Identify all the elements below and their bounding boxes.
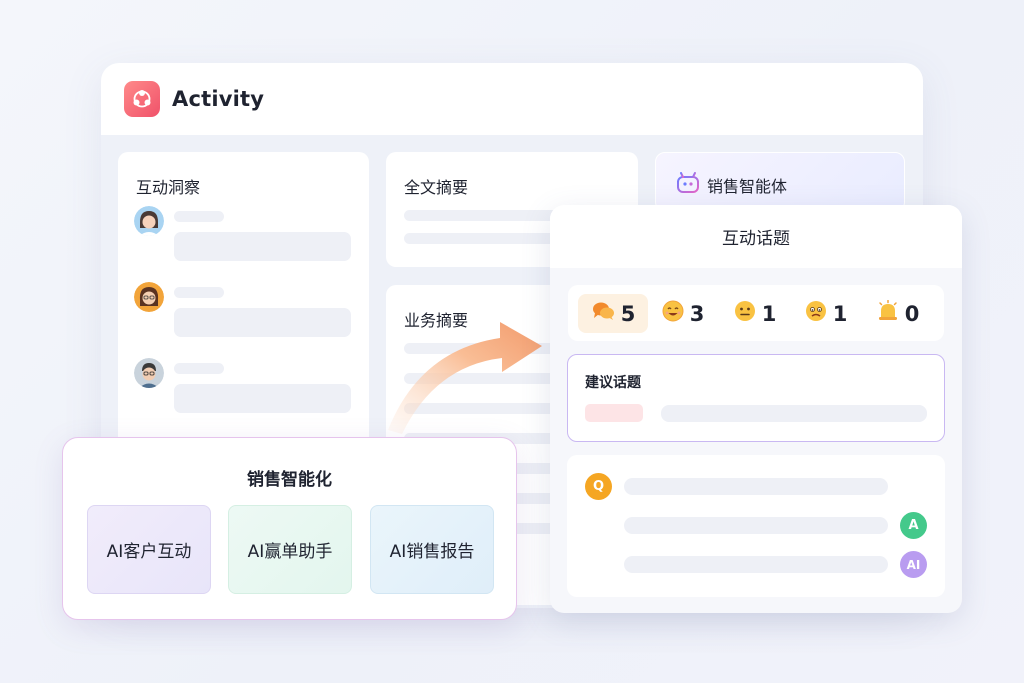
sales-intelligence-card: 销售智能化 AI客户互动 AI赢单助手 AI销售报告 (62, 437, 517, 620)
topic-panel-title: 互动话题 (722, 229, 790, 249)
full-summary-title: 全文摘要 (404, 178, 469, 197)
sales-intelligence-title: 销售智能化 (247, 470, 332, 490)
answer-badge: A (900, 512, 927, 539)
stat-worried-count: 1 (832, 301, 848, 326)
placeholder-line (624, 556, 888, 573)
placeholder-block (174, 308, 351, 337)
avatar-woman-1 (134, 206, 164, 236)
robot-icon (676, 172, 700, 198)
tile-ai-sales-report[interactable]: AI销售报告 (370, 505, 494, 594)
worried-face-icon (805, 300, 827, 327)
stat-worried[interactable]: 1 (791, 294, 861, 333)
sales-agent-card[interactable]: 销售智能体 (655, 152, 905, 212)
topic-tag (585, 404, 643, 422)
smile-face-icon (662, 300, 684, 327)
question-badge: Q (585, 473, 612, 500)
window-header: Activity (101, 63, 923, 135)
avatar-woman-2 (134, 282, 164, 312)
topic-panel: 互动话题 5 3 1 1 0 建议话题 Q A AI (550, 205, 962, 613)
flow-arrow-icon (388, 322, 542, 434)
stat-chat-count: 5 (620, 301, 636, 326)
app-title: Activity (172, 87, 265, 111)
placeholder-line (174, 211, 224, 222)
topic-stats-bar: 5 3 1 1 0 (568, 285, 944, 341)
insight-card: 互动洞察 (118, 152, 369, 482)
placeholder-line (624, 517, 888, 534)
activity-logo-icon (124, 81, 160, 117)
placeholder-block (174, 384, 351, 413)
suggested-topics: 建议话题 (567, 354, 945, 442)
placeholder-line (624, 478, 888, 495)
sales-agent-title: 销售智能体 (707, 177, 788, 196)
insight-title: 互动洞察 (136, 178, 201, 197)
tile-ai-customer-interaction[interactable]: AI客户互动 (87, 505, 211, 594)
stat-neutral-count: 1 (761, 301, 777, 326)
avatar-man (134, 358, 164, 388)
stat-smile[interactable]: 3 (648, 294, 718, 333)
stat-alert[interactable]: 0 (863, 294, 933, 333)
stat-smile-count: 3 (689, 301, 705, 326)
stat-alert-count: 0 (904, 301, 920, 326)
stat-neutral[interactable]: 1 (720, 294, 790, 333)
tile-ai-win-assistant[interactable]: AI赢单助手 (228, 505, 352, 594)
placeholder-line (661, 405, 927, 422)
chat-bubbles-icon (591, 300, 615, 327)
alert-bell-icon (877, 299, 899, 327)
ai-badge: AI (900, 551, 927, 578)
neutral-face-icon (734, 300, 756, 327)
topic-panel-header: 互动话题 (550, 205, 962, 268)
placeholder-block (174, 232, 351, 261)
placeholder-line (174, 287, 224, 298)
placeholder-line (174, 363, 224, 374)
qa-thread: Q A AI (567, 455, 945, 597)
stat-chat[interactable]: 5 (578, 294, 648, 333)
suggested-topics-title: 建议话题 (585, 375, 641, 391)
